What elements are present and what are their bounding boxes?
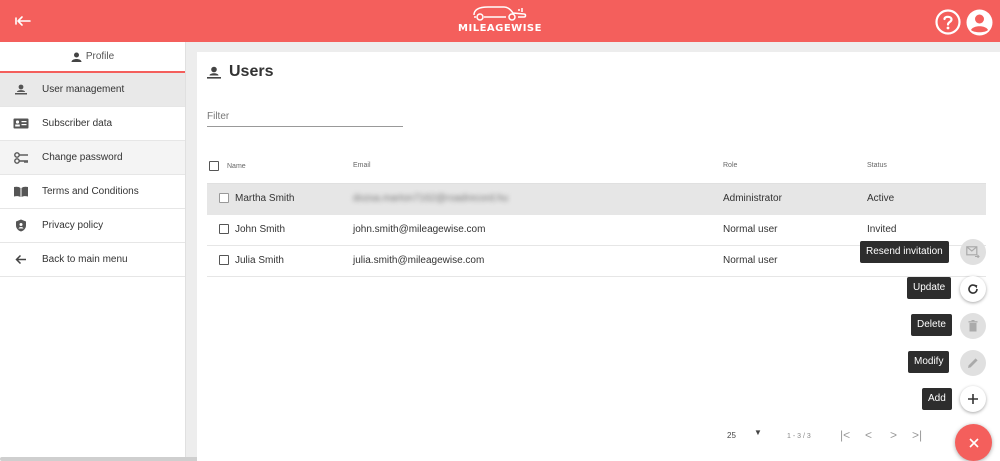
sidebar: Profile User management Subscriber data … (0, 42, 220, 461)
brand-name: MILEAGEWISE (458, 23, 542, 34)
table-header-row: Name Email Role Status (207, 149, 986, 184)
shield-icon (0, 219, 42, 232)
account-icon[interactable] (966, 9, 993, 36)
update-label[interactable]: Update (907, 277, 952, 299)
top-bar: MILEAGEWISE (0, 0, 1000, 42)
user-role: Normal user (723, 245, 867, 277)
id-card-icon (0, 118, 42, 129)
user-role: Normal user (723, 214, 867, 246)
user-email: dozsa.marton7162@roadrecord.hu (353, 193, 509, 204)
column-header-email[interactable]: Email (353, 149, 723, 184)
delete-label[interactable]: Delete (911, 314, 952, 336)
user-role: Administrator (723, 183, 867, 215)
modify-button[interactable] (960, 350, 986, 376)
car-logo-icon (473, 6, 527, 21)
close-icon (968, 437, 979, 448)
user-management-icon (207, 66, 221, 79)
last-page-icon[interactable]: >| (912, 428, 922, 442)
sidebar-item-change-password[interactable]: Change password (0, 141, 185, 175)
sidebar-item-label: User management (42, 84, 125, 95)
person-icon (71, 52, 82, 62)
page-title-text: Users (229, 63, 274, 80)
resend-invitation-button[interactable] (960, 239, 986, 265)
user-name: Martha Smith (235, 193, 295, 204)
sidebar-scrollbar[interactable] (0, 457, 220, 461)
sidebar-item-label: Privacy policy (42, 220, 104, 231)
add-button[interactable] (960, 386, 986, 412)
row-checkbox[interactable] (219, 224, 229, 235)
column-header-role[interactable]: Role (723, 149, 867, 184)
sidebar-item-label: Terms and Conditions (42, 186, 139, 197)
user-status: Active (867, 183, 986, 215)
user-management-icon (0, 84, 42, 95)
pagination: 25 ▼ 1 - 3 / 3 |< < > >| (727, 428, 927, 448)
page-title: Users (207, 63, 273, 81)
help-icon[interactable] (935, 9, 961, 35)
row-checkbox[interactable] (219, 255, 229, 266)
sidebar-profile-header[interactable]: Profile (0, 42, 185, 73)
column-header-status[interactable]: Status (867, 149, 986, 184)
prev-page-icon[interactable]: < (865, 428, 872, 442)
page-size-select[interactable]: 25 (727, 431, 736, 440)
delete-button[interactable] (960, 313, 986, 339)
key-icon (0, 151, 42, 164)
refresh-icon (968, 284, 978, 294)
column-header-name[interactable]: Name (207, 149, 353, 184)
sidebar-item-label: Back to main menu (42, 254, 128, 265)
sidebar-item-back-to-main[interactable]: Back to main menu (0, 243, 185, 277)
sidebar-item-label: Change password (42, 152, 123, 163)
filter-input[interactable] (207, 107, 403, 127)
page-range: 1 - 3 / 3 (787, 433, 811, 440)
user-name: John Smith (235, 224, 286, 235)
user-email: julia.smith@mileagewise.com (353, 245, 723, 277)
trash-icon (968, 320, 978, 332)
pencil-icon (968, 358, 978, 368)
table-row[interactable]: Martha Smith dozsa.marton7162@roadrecord… (207, 183, 986, 215)
sidebar-item-terms[interactable]: Terms and Conditions (0, 175, 185, 209)
update-button[interactable] (960, 276, 986, 302)
sidebar-item-label: Subscriber data (42, 118, 113, 129)
select-all-checkbox[interactable] (209, 160, 219, 171)
first-page-icon[interactable]: |< (840, 428, 850, 442)
user-name: Julia Smith (235, 255, 284, 266)
next-page-icon[interactable]: > (890, 428, 897, 442)
plus-icon (968, 394, 978, 404)
book-icon (0, 186, 42, 198)
user-email: john.smith@mileagewise.com (353, 214, 723, 246)
brand-logo[interactable]: MILEAGEWISE (445, 2, 555, 40)
resend-invitation-label[interactable]: Resend invitation (860, 241, 949, 263)
close-actions-button[interactable] (955, 424, 992, 461)
sidebar-item-privacy[interactable]: Privacy policy (0, 209, 185, 243)
arrow-left-icon (0, 254, 42, 265)
sidebar-item-subscriber-data[interactable]: Subscriber data (0, 107, 185, 141)
chevron-down-icon[interactable]: ▼ (754, 428, 762, 437)
row-checkbox[interactable] (219, 193, 229, 204)
mail-send-icon (966, 246, 980, 258)
back-arrow-icon[interactable] (12, 11, 34, 31)
modify-label[interactable]: Modify (908, 351, 950, 373)
add-label[interactable]: Add (922, 388, 952, 410)
sidebar-profile-label: Profile (85, 51, 115, 62)
sidebar-item-user-management[interactable]: User management (0, 73, 185, 107)
